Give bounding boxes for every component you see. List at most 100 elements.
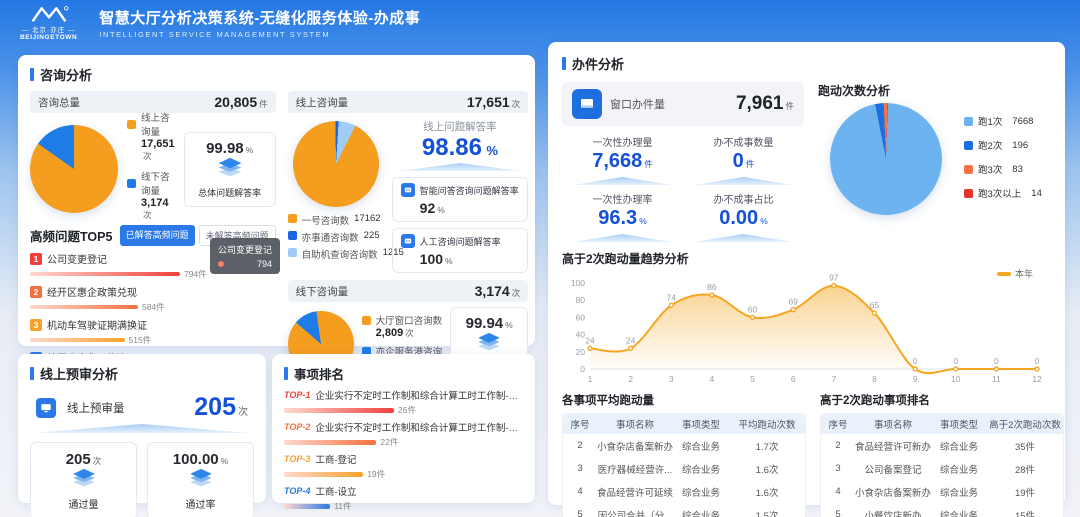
legend-swatch-icon: [127, 120, 136, 129]
ranking-bar: [284, 472, 363, 477]
svg-text:74: 74: [667, 292, 677, 302]
trend-chart-wrap[interactable]: 本年 0204060801001234567891011122424748660…: [562, 267, 1051, 390]
panel-online-preview: 线上预审分析 线上预审量 205次 205次 通过量 100.00% 通过率: [18, 354, 266, 503]
legend-item[interactable]: 亦事通咨询数225: [288, 230, 384, 244]
rank-badge: 3: [30, 319, 42, 331]
svg-text:1: 1: [588, 374, 593, 384]
legend-item[interactable]: 跑3次83: [964, 162, 1042, 176]
legend-item[interactable]: 一号咨询数17162: [288, 213, 384, 227]
table-body[interactable]: 2小食杂店备案新办综合业务1.7次3医疗器械经营许...综合业务1.6次4食品经…: [563, 434, 805, 517]
consult-total-label: 咨询总量: [38, 95, 80, 110]
chart-tooltip: 公司变更登记 794: [210, 238, 280, 274]
svg-text:24: 24: [585, 335, 595, 345]
svg-text:97: 97: [829, 273, 839, 283]
legend-swatch-icon: [288, 214, 297, 223]
runs-pie-legend[interactable]: 跑1次7668 跑2次196 跑3次83 跑3次以上14: [964, 108, 1042, 210]
table-header-cell: 事项名称: [597, 417, 673, 431]
table-header-cell: 事项类型: [931, 417, 987, 431]
online-consult-pie[interactable]: [293, 121, 379, 207]
online-consult-header: 线上咨询量 17,651次: [288, 91, 529, 113]
ranking-item[interactable]: TOP-3 工商-登记 19件: [284, 452, 523, 480]
legend-item[interactable]: 跑3次以上14: [964, 186, 1042, 200]
runs-analysis-title: 跑动次数分析: [818, 82, 1051, 99]
pedestal-shape: [573, 177, 672, 185]
overall-rate-label: 总体问题解答率: [189, 186, 271, 199]
trend-line-chart[interactable]: 0204060801001234567891011122424748660699…: [562, 267, 1051, 385]
legend-item[interactable]: 线下咨询量 3,174次: [127, 169, 175, 221]
svg-text:0: 0: [953, 356, 958, 366]
legend-swatch-icon: [288, 231, 297, 240]
avg-runs-table[interactable]: 序号事项名称事项类型平均跑动次数 2小食杂店备案新办综合业务1.7次3医疗器械经…: [562, 413, 806, 517]
over2-runs-table[interactable]: 序号事项名称事项类型高于2次跑动次数 2食品经营许可新办综合业务35件3公司备案…: [820, 413, 1064, 517]
table-header-cell: 平均跑动次数: [729, 417, 805, 431]
rank-badge: 2: [30, 286, 42, 298]
legend-swatch-icon: [964, 165, 973, 174]
pedestal-shape: [694, 177, 793, 185]
overall-rate-card: 99.98% 总体问题解答率: [184, 132, 276, 207]
svg-text:60: 60: [748, 304, 758, 314]
monitor-icon: [36, 398, 56, 418]
rank-badge: 1: [30, 253, 42, 265]
runs-pie[interactable]: [830, 103, 942, 215]
table-row: 5因公司合并（分...综合业务1.5次: [563, 503, 805, 517]
panel-title: 办件分析: [562, 54, 1051, 73]
legend-item[interactable]: 大厅窗口咨询数 2,809次: [362, 313, 443, 339]
svg-text:0: 0: [994, 356, 999, 366]
pedestal-shape: [573, 234, 672, 242]
consult-total-legend[interactable]: 线上咨询量 17,651次 线下咨询量 3,174次: [127, 110, 175, 228]
avg-runs-table-block: 各事项平均跑动量 序号事项名称事项类型平均跑动次数 2小食杂店备案新办综合业务1…: [562, 392, 806, 517]
table-row: 4小食杂店备案新办综合业务19件: [821, 480, 1063, 503]
preview-stat-box: 205次 通过量: [30, 442, 137, 517]
table-row: 2食品经营许可新办综合业务35件: [821, 434, 1063, 457]
preview-stats: 205次 通过量 100.00% 通过率: [30, 442, 254, 517]
pedestal-shape: [400, 163, 520, 171]
trend-legend[interactable]: 本年: [997, 267, 1033, 280]
ranking-item[interactable]: TOP-1 企业实行不定时工作制和综合计算工时工作制-新办 26件: [284, 388, 523, 416]
top5-item[interactable]: 3机动车驾驶证期满换证 515件: [30, 317, 276, 346]
ranking-list[interactable]: TOP-1 企业实行不定时工作制和综合计算工时工作制-新办 26件 TOP-2 …: [284, 388, 523, 517]
legend-item[interactable]: 自助机查询咨询数1215: [288, 247, 384, 261]
svg-text:0: 0: [1035, 356, 1040, 366]
online-pie-legend[interactable]: 一号咨询数17162 亦事通咨询数225 自助机查询咨询数1215: [288, 213, 384, 261]
case-stats-grid: 一次性办理量 7,668件 办不成事数量 0件 一次性办理率 96.3%: [562, 128, 804, 242]
ranking-item[interactable]: TOP-4 工商-设立 11件: [284, 484, 523, 512]
window-volume-label: 窗口办件量: [610, 96, 665, 112]
consult-total-pie[interactable]: [30, 125, 118, 213]
svg-text:0: 0: [913, 356, 918, 366]
window-volume-value: 7,961件: [736, 93, 794, 115]
line-swatch-icon: [997, 272, 1011, 276]
top5-item[interactable]: 2经开区惠企政策兑现 584件: [30, 284, 276, 313]
svg-text:10: 10: [951, 374, 961, 384]
svg-text:2: 2: [628, 374, 633, 384]
window-icon: [572, 89, 602, 119]
logo: — 北京·亦庄 — BEIJINGETOWN: [20, 5, 77, 41]
legend-swatch-icon: [964, 189, 973, 198]
svg-text:4: 4: [710, 374, 715, 384]
case-stat: 办不成事数量 0件: [683, 128, 804, 185]
ranking-item[interactable]: TOP-2 企业实行不定时工作制和综合计算工时工作制-延续 22件: [284, 420, 523, 448]
svg-text:20: 20: [576, 347, 586, 357]
legend-item[interactable]: 跑1次7668: [964, 114, 1042, 128]
table-header-row: 序号事项名称事项类型平均跑动次数: [563, 414, 805, 434]
panel-consult-analysis: 咨询分析 咨询总量 20,805件 线上咨询量 17,651次: [18, 55, 535, 346]
offline-consult-header: 线下咨询量 3,174次: [288, 280, 529, 302]
ranking-bar: [284, 408, 394, 413]
consult-total-value: 20,805件: [214, 94, 267, 110]
svg-text:0: 0: [580, 364, 585, 374]
svg-text:8: 8: [872, 374, 877, 384]
panel-case-analysis: 办件分析 窗口办件量 7,961件 一次性办理量 7,668件: [548, 42, 1065, 505]
table-row: 2小食杂店备案新办综合业务1.7次: [563, 434, 805, 457]
table-header-cell: 序号: [821, 417, 855, 431]
panel-title: 咨询分析: [30, 65, 523, 84]
table-title: 各事项平均跑动量: [562, 392, 806, 408]
online-rate-label: 线上问题解答率: [392, 119, 529, 134]
layers-icon: [69, 468, 99, 488]
case-stat: 一次性办理率 96.3%: [562, 185, 683, 242]
pedestal-shape: [34, 424, 249, 433]
table-body[interactable]: 2食品经营许可新办综合业务35件3公司备案登记综合业务28件4小食杂店备案新办综…: [821, 434, 1063, 517]
tab-answered-questions[interactable]: 已解答高频问题: [120, 225, 195, 246]
legend-item[interactable]: 跑2次196: [964, 138, 1042, 152]
tooltip-dot-icon: [218, 261, 224, 267]
legend-item[interactable]: 线上咨询量 17,651次: [127, 110, 175, 162]
svg-text:9: 9: [913, 374, 918, 384]
